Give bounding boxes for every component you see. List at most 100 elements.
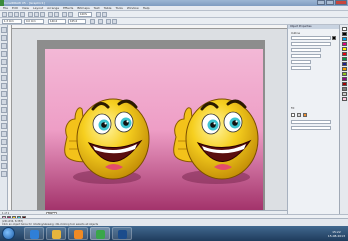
paste-button[interactable] bbox=[40, 12, 45, 17]
palette-gray-swatch[interactable] bbox=[342, 87, 347, 91]
pick-tool-icon[interactable] bbox=[1, 27, 7, 33]
outline-tool-icon[interactable] bbox=[1, 155, 7, 161]
minimize-button[interactable] bbox=[317, 0, 325, 5]
cut-button[interactable] bbox=[28, 12, 33, 17]
palette-darkred-swatch[interactable] bbox=[342, 82, 347, 86]
dimension-tool-icon[interactable] bbox=[1, 123, 7, 129]
palette-white-swatch[interactable] bbox=[342, 27, 347, 31]
menu-bitmaps[interactable]: Bitmaps bbox=[77, 6, 89, 10]
taskbar-app-photoshop[interactable] bbox=[112, 227, 132, 240]
text-tool-icon[interactable] bbox=[1, 107, 7, 113]
outline-calligraphy-field[interactable] bbox=[291, 60, 311, 64]
fill-tool-icon[interactable] bbox=[1, 163, 7, 169]
palette-red-swatch[interactable] bbox=[342, 52, 347, 56]
outline-line-field[interactable] bbox=[291, 48, 321, 52]
width-field[interactable]: 140.0 bbox=[48, 19, 66, 24]
outline-style-field[interactable] bbox=[291, 42, 331, 46]
copy-button[interactable] bbox=[34, 12, 39, 17]
menu-arrange[interactable]: Arrange bbox=[47, 6, 59, 10]
palette-yellow-swatch[interactable] bbox=[342, 47, 347, 51]
start-button[interactable] bbox=[2, 227, 15, 240]
clock[interactable]: 15:22 15.08.2013 bbox=[328, 230, 345, 238]
menu-window[interactable]: Window bbox=[127, 6, 139, 10]
connector-tool-icon[interactable] bbox=[1, 131, 7, 137]
smiley-artwork-right[interactable] bbox=[154, 49, 263, 210]
close-button[interactable] bbox=[335, 0, 347, 5]
taskbar-app-media[interactable] bbox=[68, 227, 88, 240]
polygon-tool-icon[interactable] bbox=[1, 91, 7, 97]
table-tool-icon[interactable] bbox=[1, 115, 7, 121]
property-bar: 1.3 mm 0.0 mm 140.0 105.0 bbox=[0, 18, 348, 25]
lock-ratio-button[interactable] bbox=[90, 19, 95, 24]
palette-lightgray-swatch[interactable] bbox=[342, 92, 347, 96]
save-button[interactable] bbox=[14, 12, 19, 17]
menu-text[interactable]: Text bbox=[94, 6, 100, 10]
mirror-v-button[interactable] bbox=[112, 19, 117, 24]
undo-button[interactable] bbox=[48, 12, 53, 17]
menu-view[interactable]: View bbox=[22, 6, 29, 10]
basic-shapes-tool-icon[interactable] bbox=[1, 99, 7, 105]
standard-toolbar: 100% bbox=[0, 11, 348, 18]
height-field[interactable]: 105.0 bbox=[68, 19, 86, 24]
freehand-tool-icon[interactable] bbox=[1, 59, 7, 65]
palette-black-swatch[interactable] bbox=[342, 32, 347, 36]
redo-button[interactable] bbox=[54, 12, 59, 17]
fill-uniform-swatch[interactable] bbox=[297, 113, 301, 117]
palette-lime-swatch[interactable] bbox=[342, 72, 347, 76]
artwork[interactable] bbox=[45, 49, 263, 210]
import-button[interactable] bbox=[62, 12, 67, 17]
interactive-fill-tool-icon[interactable] bbox=[1, 171, 7, 177]
menu-edit[interactable]: Edit bbox=[12, 6, 18, 10]
fill-fountain-swatch[interactable] bbox=[303, 113, 307, 117]
fill-type-field[interactable] bbox=[291, 120, 331, 124]
palette-magenta-swatch[interactable] bbox=[342, 42, 347, 46]
options-button[interactable] bbox=[102, 12, 107, 17]
outline-label: Outline bbox=[291, 32, 301, 35]
coreldraw-icon bbox=[96, 230, 105, 239]
menu-file[interactable]: File bbox=[3, 6, 8, 10]
smart-fill-tool-icon[interactable] bbox=[1, 67, 7, 73]
taskbar-app-coreldraw[interactable] bbox=[90, 227, 110, 240]
clock-date: 15.08.2013 bbox=[327, 233, 345, 238]
ellipse-tool-icon[interactable] bbox=[1, 83, 7, 89]
rectangle-tool-icon[interactable] bbox=[1, 75, 7, 81]
menu-tools[interactable]: Tools bbox=[115, 6, 122, 10]
new-document-button[interactable] bbox=[2, 12, 7, 17]
menu-effects[interactable]: Effects bbox=[63, 6, 73, 10]
palette-orange-swatch[interactable] bbox=[342, 67, 347, 71]
mirror-h-button[interactable] bbox=[106, 19, 111, 24]
palette-purple-swatch[interactable] bbox=[342, 77, 347, 81]
eyedropper-tool-icon[interactable] bbox=[1, 147, 7, 153]
maximize-button[interactable] bbox=[326, 0, 334, 5]
outline-angle-field[interactable] bbox=[291, 66, 311, 70]
shape-tool-icon[interactable] bbox=[1, 35, 7, 41]
outline-width-field[interactable] bbox=[291, 36, 331, 40]
export-button[interactable] bbox=[68, 12, 73, 17]
menu-layout[interactable]: Layout bbox=[33, 6, 43, 10]
palette-cyan-swatch[interactable] bbox=[342, 37, 347, 41]
open-button[interactable] bbox=[8, 12, 13, 17]
fill-none-swatch[interactable] bbox=[291, 113, 295, 117]
smiley-thumbs-up-image bbox=[45, 49, 154, 210]
palette-blue-swatch[interactable] bbox=[342, 62, 347, 66]
folder-icon bbox=[52, 230, 61, 239]
crop-tool-icon[interactable] bbox=[1, 43, 7, 49]
rotate-button[interactable] bbox=[98, 19, 103, 24]
zoom-tool-icon[interactable] bbox=[1, 51, 7, 57]
fill-color-field[interactable] bbox=[291, 126, 331, 130]
blend-tool-icon[interactable] bbox=[1, 139, 7, 145]
smiley-artwork-left[interactable] bbox=[45, 49, 154, 210]
outline-corner-field[interactable] bbox=[291, 54, 321, 58]
print-button[interactable] bbox=[20, 12, 25, 17]
outline-color-swatch[interactable] bbox=[332, 36, 336, 40]
taskbar-app-ie[interactable] bbox=[24, 227, 44, 240]
snap-to-button[interactable] bbox=[96, 12, 101, 17]
menu-help[interactable]: Help bbox=[143, 6, 150, 10]
x-position-field[interactable]: 1.3 mm bbox=[2, 19, 22, 24]
palette-green-swatch[interactable] bbox=[342, 57, 347, 61]
zoom-level-field[interactable]: 100% bbox=[78, 12, 92, 17]
menu-table[interactable]: Table bbox=[104, 6, 112, 10]
palette-pink-swatch[interactable] bbox=[342, 97, 347, 101]
taskbar-app-explorer[interactable] bbox=[46, 227, 66, 240]
y-position-field[interactable]: 0.0 mm bbox=[24, 19, 44, 24]
